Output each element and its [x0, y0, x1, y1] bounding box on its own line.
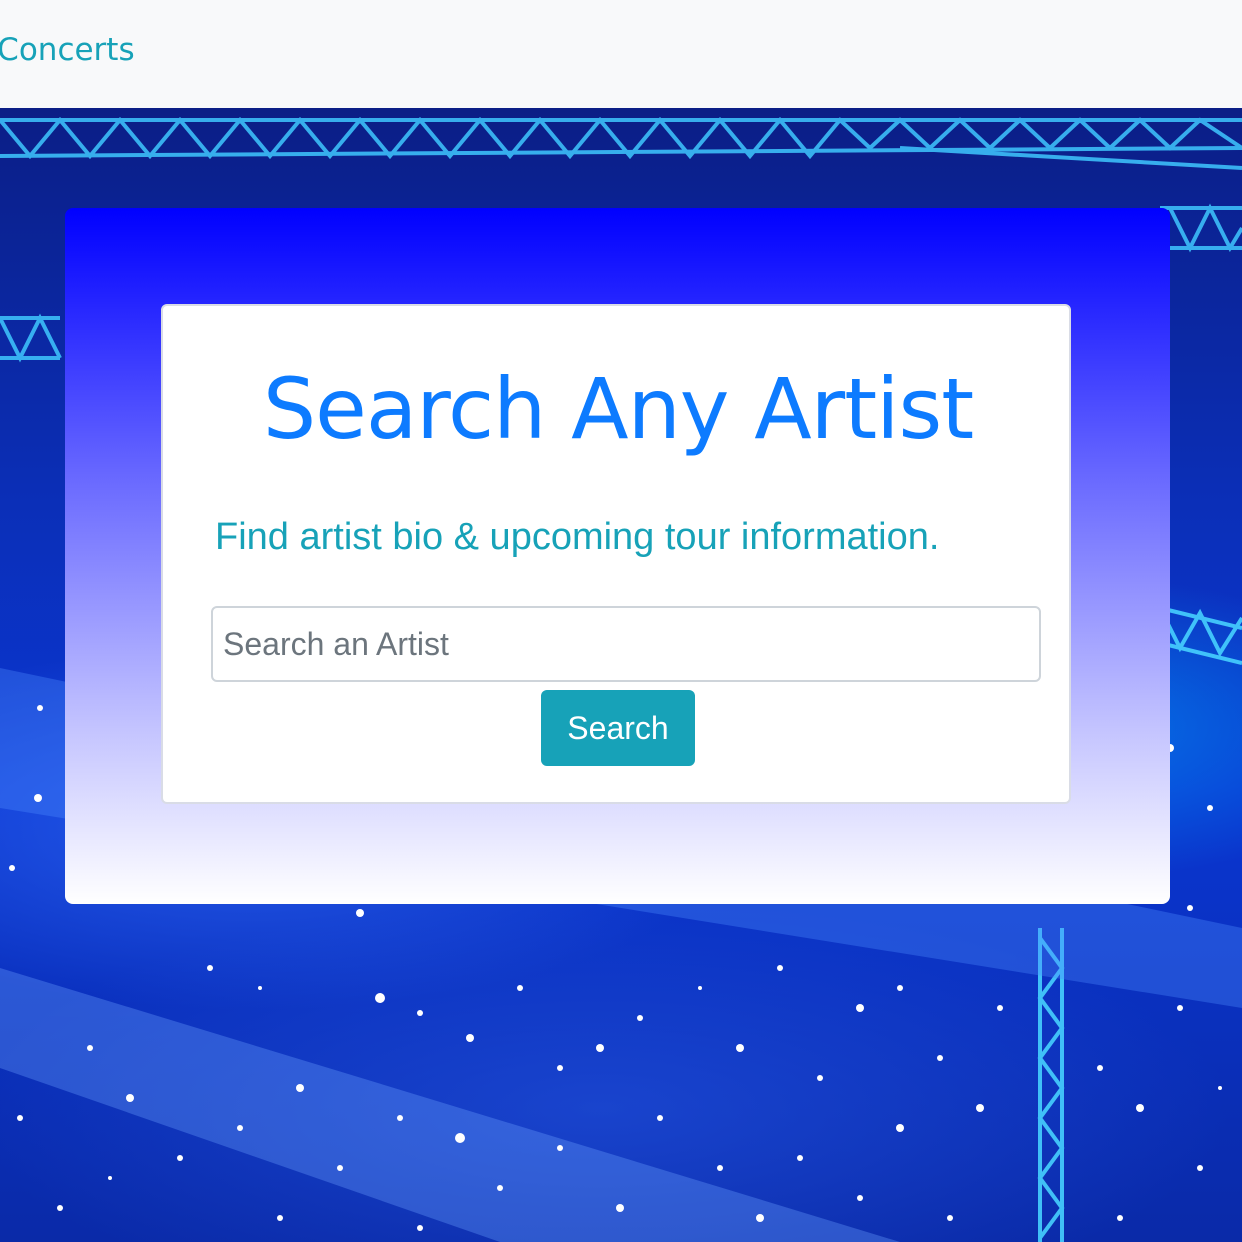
jumbotron: Search Any Artist Find artist bio & upco… — [65, 208, 1170, 904]
search-button[interactable]: Search — [541, 690, 695, 766]
search-card: Search Any Artist Find artist bio & upco… — [161, 304, 1071, 804]
artist-search-input[interactable] — [211, 606, 1041, 682]
navbar-brand-link[interactable]: ng Concerts — [0, 32, 135, 68]
navbar: ng Concerts — [0, 0, 1242, 108]
page: ng Concerts — [0, 0, 1242, 1242]
page-subtitle: Find artist bio & upcoming tour informat… — [215, 516, 940, 558]
page-title: Search Any Artist — [262, 360, 974, 458]
